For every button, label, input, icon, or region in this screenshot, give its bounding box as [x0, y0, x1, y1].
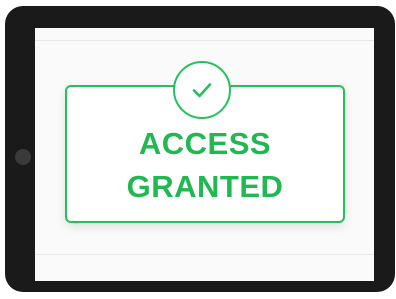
check-badge	[173, 61, 231, 119]
divider	[35, 40, 374, 41]
status-title-line1: ACCESS	[138, 126, 272, 161]
status-title-line2: GRANTED	[126, 169, 284, 204]
tablet-screen: ACCESS GRANTED	[35, 28, 374, 281]
page: ACCESS GRANTED	[0, 0, 396, 299]
check-icon	[192, 83, 212, 98]
divider	[35, 254, 374, 255]
camera-icon	[15, 149, 31, 165]
